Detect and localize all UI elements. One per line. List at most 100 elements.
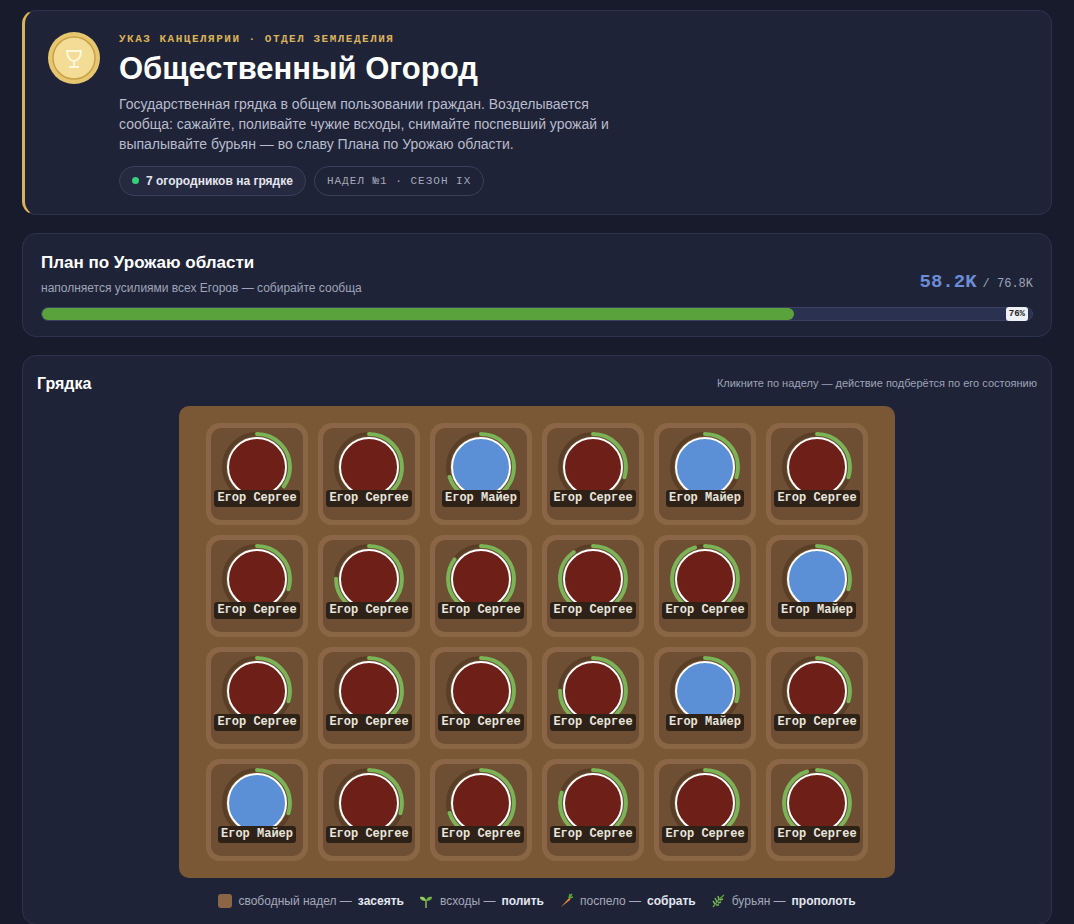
garden-plot[interactable]: Егор Сергее xyxy=(430,535,532,637)
plan-total: / 76.8K xyxy=(983,275,1033,293)
garden-plot[interactable]: Егор Сергее xyxy=(318,647,420,749)
header-description: Государственная грядка в общем пользован… xyxy=(119,94,619,154)
sprout-icon xyxy=(418,893,434,909)
plot-owner-name: Егор Сергее xyxy=(550,714,635,731)
carrot-icon xyxy=(558,893,574,909)
avatar xyxy=(787,773,847,833)
avatar xyxy=(339,661,399,721)
plan-card: План по Урожаю области наполняется усилия… xyxy=(22,233,1052,337)
plot-owner-name: Егор Сергее xyxy=(662,826,747,843)
plot-owner-name: Егор Майер xyxy=(218,826,296,843)
avatar xyxy=(787,661,847,721)
plot-owner-name: Егор Сергее xyxy=(438,826,523,843)
garden-plot[interactable]: Егор Сергее xyxy=(542,647,644,749)
plot-owner-name: Егор Сергее xyxy=(214,490,299,507)
weed-icon xyxy=(710,893,726,909)
plot-owner-name: Егор Майер xyxy=(778,602,856,619)
plot-owner-name: Егор Сергее xyxy=(662,602,747,619)
plot-owner-name: Егор Майер xyxy=(666,490,744,507)
plot-owner-name: Егор Сергее xyxy=(774,714,859,731)
garden-plot[interactable]: Егор Сергее xyxy=(206,535,308,637)
legend: свободный надел —засеять всходы —полить по… xyxy=(218,892,855,910)
garden-plot[interactable]: Егор Сергее xyxy=(430,759,532,861)
garden-plot[interactable]: Егор Сергее xyxy=(654,759,756,861)
plan-title: План по Урожаю области xyxy=(41,250,362,276)
garden-plot[interactable]: Егор Сергее xyxy=(318,535,420,637)
avatar xyxy=(563,549,623,609)
garden-plot[interactable]: Егор Сергее xyxy=(766,759,868,861)
legend-item: свободный надел —засеять xyxy=(218,892,404,910)
avatar xyxy=(563,773,623,833)
plan-progress-bar: 76% xyxy=(41,307,1033,321)
avatar xyxy=(227,773,287,833)
garden-plot[interactable]: Егор Сергее xyxy=(318,423,420,525)
plot-owner-name: Егор Сергее xyxy=(550,602,635,619)
garden-plot[interactable]: Егор Майер xyxy=(654,423,756,525)
online-dot-icon xyxy=(132,177,139,184)
garden-plot[interactable]: Егор Сергее xyxy=(542,423,644,525)
avatar xyxy=(227,661,287,721)
garden-plot[interactable]: Егор Сергее xyxy=(766,423,868,525)
avatar xyxy=(339,549,399,609)
garden-plot[interactable]: Егор Майер xyxy=(654,647,756,749)
garden-plot[interactable]: Егор Сергее xyxy=(206,647,308,749)
garden-plot[interactable]: Егор Сергее xyxy=(654,535,756,637)
avatar xyxy=(339,773,399,833)
coin-icon xyxy=(47,31,101,85)
plot-owner-name: Егор Сергее xyxy=(326,490,411,507)
avatar xyxy=(675,437,735,497)
garden-plot[interactable]: Егор Сергее xyxy=(542,759,644,861)
garden-plot[interactable]: Егор Сергее xyxy=(318,759,420,861)
garden-board: Егор Сергее Егор Сергее Егор Майер Егор Сер… xyxy=(179,406,895,878)
legend-item: всходы —полить xyxy=(418,892,544,910)
legend-item: поспело —собрать xyxy=(558,892,696,910)
plan-progress-fill xyxy=(42,308,794,320)
garden-plot[interactable]: Егор Майер xyxy=(206,759,308,861)
plan-percent: 76% xyxy=(1006,307,1028,321)
garden-card: Грядка Кликните по наделу — действие подб… xyxy=(22,355,1052,924)
garden-plot[interactable]: Егор Сергее xyxy=(206,423,308,525)
avatar xyxy=(675,773,735,833)
header-card: УКАЗ КАНЦЕЛЯРИИ · ОТДЕЛ ЗЕМЛЕДЕЛИЯ Общест… xyxy=(22,10,1052,215)
header-title: Общественный Огород xyxy=(119,50,619,88)
header-eyebrow: УКАЗ КАНЦЕЛЯРИИ · ОТДЕЛ ЗЕМЛЕДЕЛИЯ xyxy=(119,31,619,48)
avatar xyxy=(451,661,511,721)
plot-tag: НАДЕЛ №1 · СЕЗОН IX xyxy=(314,166,484,197)
avatar xyxy=(451,549,511,609)
plot-owner-name: Егор Сергее xyxy=(214,714,299,731)
plot-owner-name: Егор Сергее xyxy=(774,826,859,843)
plot-owner-name: Егор Сергее xyxy=(550,490,635,507)
plot-owner-name: Егор Сергее xyxy=(438,602,523,619)
plan-current: 58.2K xyxy=(920,268,977,297)
garden-title: Грядка xyxy=(37,372,91,396)
plot-owner-name: Егор Сергее xyxy=(438,714,523,731)
garden-plot[interactable]: Егор Сергее xyxy=(766,647,868,749)
avatar xyxy=(787,437,847,497)
legend-item: бурьян —прополоть xyxy=(710,892,856,910)
garden-plot[interactable]: Егор Сергее xyxy=(542,535,644,637)
free-plot-icon xyxy=(218,894,232,908)
online-badge: 7 огородников на грядке xyxy=(119,166,306,197)
page: УКАЗ КАНЦЕЛЯРИИ · ОТДЕЛ ЗЕМЛЕДЕЛИЯ Общест… xyxy=(0,0,1074,924)
avatar xyxy=(339,437,399,497)
garden-plot[interactable]: Егор Майер xyxy=(430,423,532,525)
avatar xyxy=(451,773,511,833)
plot-owner-name: Егор Сергее xyxy=(326,602,411,619)
avatar xyxy=(675,661,735,721)
avatar xyxy=(563,661,623,721)
plot-owner-name: Егор Майер xyxy=(666,714,744,731)
plan-subtitle: наполняется усилиями всех Егоров — собир… xyxy=(41,279,362,297)
avatar xyxy=(451,437,511,497)
garden-plot[interactable]: Егор Майер xyxy=(766,535,868,637)
garden-hint: Кликните по наделу — действие подберётся… xyxy=(717,375,1037,392)
avatar xyxy=(675,549,735,609)
plot-owner-name: Егор Майер xyxy=(442,490,520,507)
avatar xyxy=(227,549,287,609)
garden-plot[interactable]: Егор Сергее xyxy=(430,647,532,749)
avatar xyxy=(227,437,287,497)
plot-owner-name: Егор Сергее xyxy=(326,714,411,731)
avatar xyxy=(787,549,847,609)
plot-owner-name: Егор Сергее xyxy=(550,826,635,843)
plot-owner-name: Егор Сергее xyxy=(774,490,859,507)
plot-owner-name: Егор Сергее xyxy=(326,826,411,843)
